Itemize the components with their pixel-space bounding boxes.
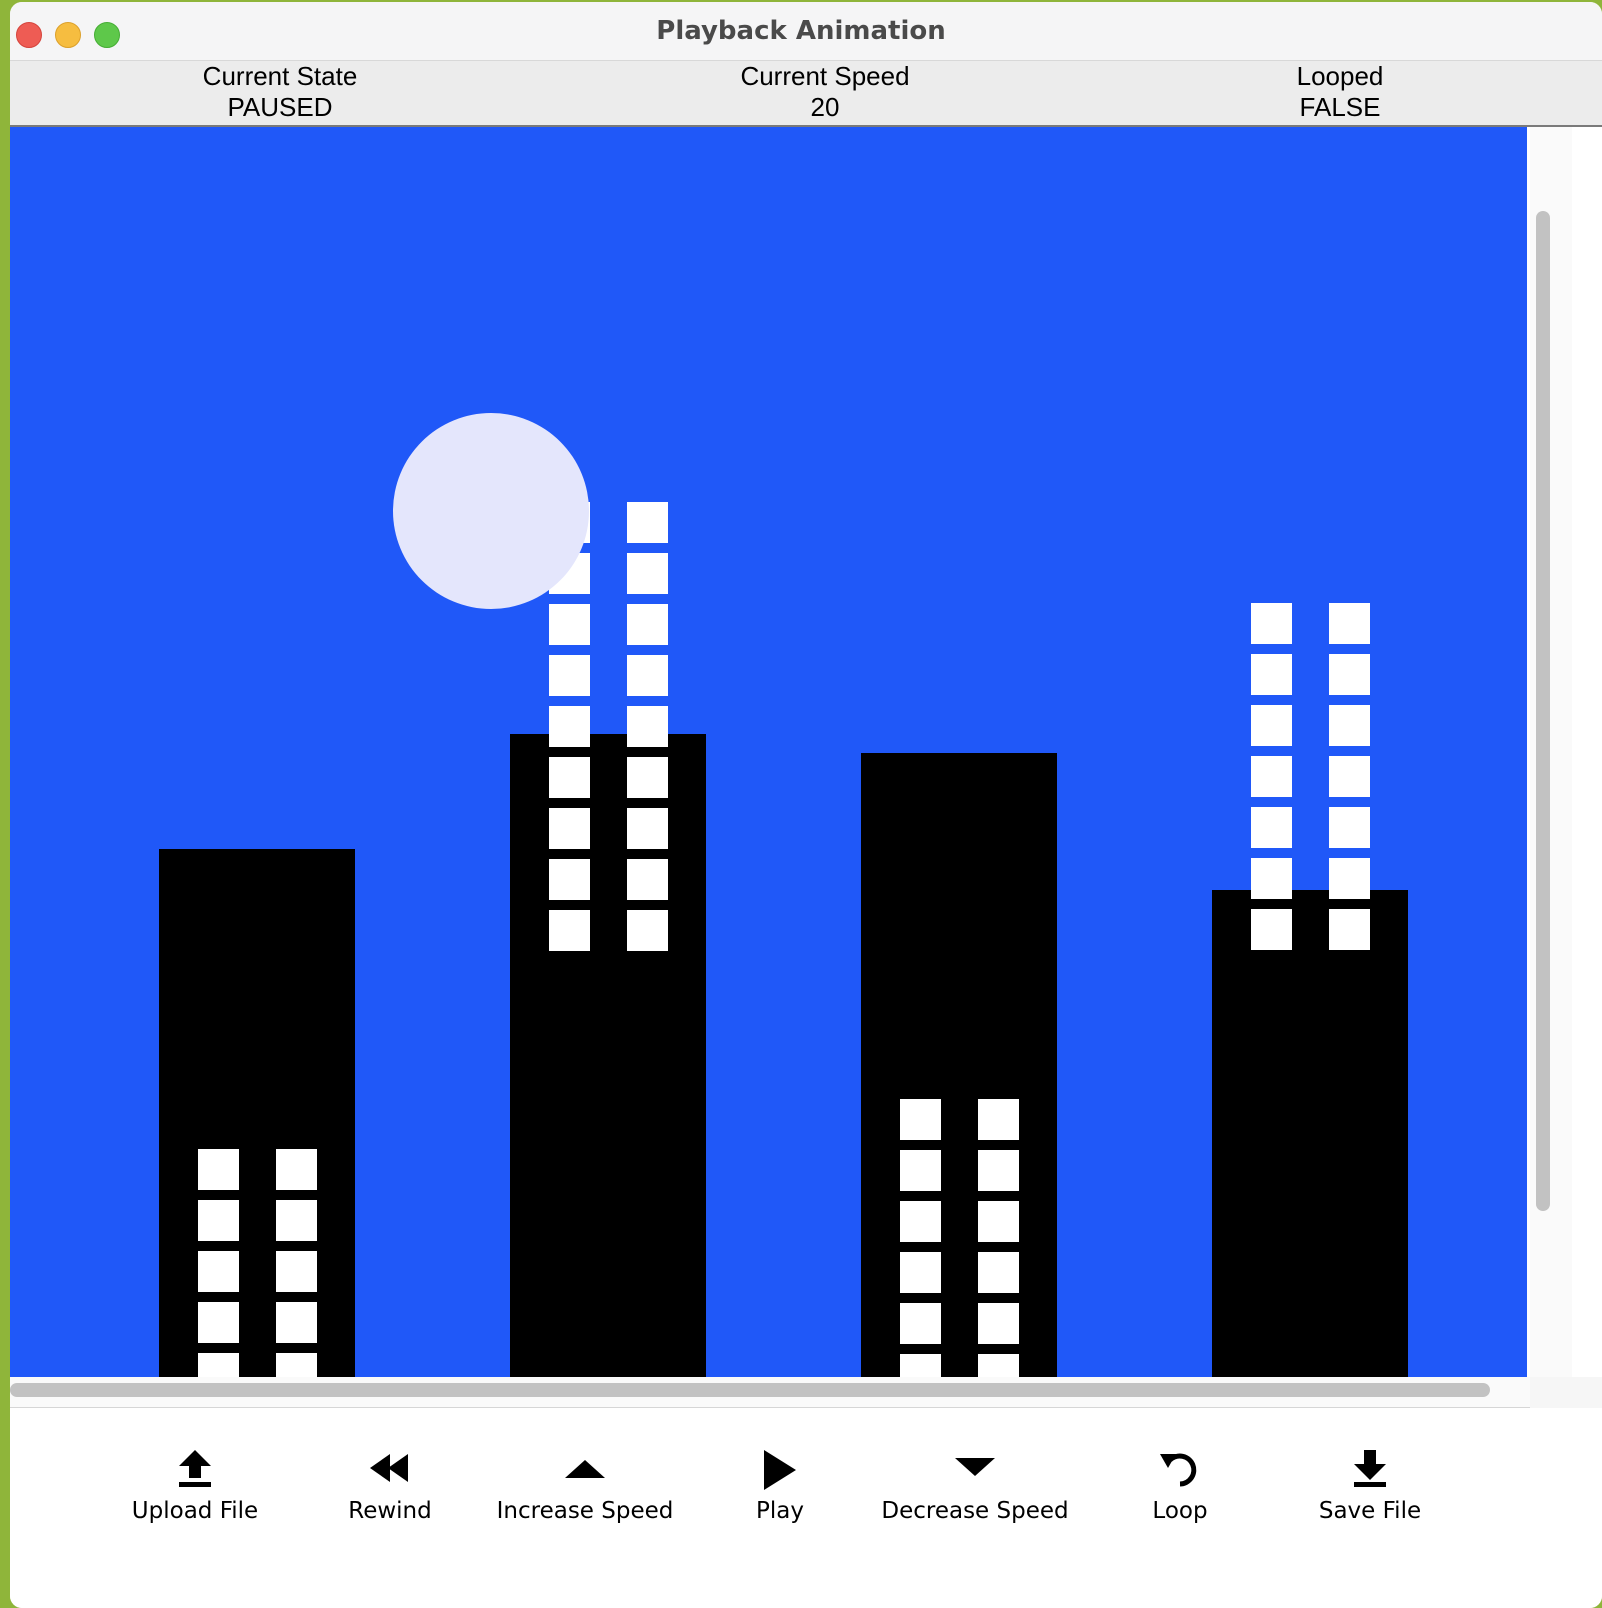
window-light: [627, 808, 668, 849]
triangle-up-icon: [490, 1448, 680, 1492]
window-light: [276, 1302, 317, 1343]
window-light: [978, 1303, 1019, 1344]
window-light: [549, 859, 590, 900]
window-light: [1329, 654, 1370, 695]
window-light: [1329, 807, 1370, 848]
upload-file-button[interactable]: Upload File: [115, 1448, 275, 1538]
increase-speed-button[interactable]: Increase Speed: [490, 1448, 680, 1538]
window-light: [900, 1303, 941, 1344]
window-light: [276, 1353, 317, 1377]
window-light: [549, 808, 590, 849]
window-light: [900, 1099, 941, 1140]
current-state-value: PAUSED: [227, 92, 333, 122]
rewind-label: Rewind: [348, 1498, 432, 1524]
current-state-label: Current State: [202, 61, 358, 91]
window-light: [1251, 603, 1292, 644]
window-light: [627, 655, 668, 696]
window-light: [276, 1200, 317, 1241]
window-light: [549, 655, 590, 696]
save-file-label: Save File: [1318, 1498, 1422, 1524]
window-light: [1329, 756, 1370, 797]
window-light: [978, 1252, 1019, 1293]
window-light: [978, 1099, 1019, 1140]
current-speed-value: 20: [810, 92, 840, 122]
looped-value: FALSE: [1299, 92, 1381, 122]
window-light: [549, 757, 590, 798]
window-light: [1251, 807, 1292, 848]
window-light: [627, 859, 668, 900]
window-light: [627, 553, 668, 594]
vertical-scrollbar-thumb[interactable]: [1536, 211, 1550, 1211]
window-light: [978, 1201, 1019, 1242]
upload-file-label: Upload File: [131, 1498, 259, 1524]
window-light: [198, 1353, 239, 1377]
loop-label: Loop: [1152, 1498, 1208, 1524]
window-light: [1251, 654, 1292, 695]
loop-button[interactable]: Loop: [1130, 1448, 1230, 1538]
rewind-button[interactable]: Rewind: [320, 1448, 460, 1538]
triangle-down-icon: [870, 1448, 1080, 1492]
window-light: [549, 604, 590, 645]
window-light: [978, 1354, 1019, 1377]
window-light: [627, 910, 668, 951]
playback-controls: Upload File Rewind Increase Speed Play D…: [10, 1408, 1602, 1608]
play-button[interactable]: Play: [730, 1448, 830, 1538]
window-light: [627, 604, 668, 645]
looped-status: Looped FALSE: [1240, 61, 1440, 123]
decrease-speed-label: Decrease Speed: [881, 1498, 1069, 1524]
window-title: Playback Animation: [656, 16, 946, 46]
window-light: [1251, 909, 1292, 950]
decrease-speed-button[interactable]: Decrease Speed: [870, 1448, 1080, 1538]
window-light: [1251, 858, 1292, 899]
building-2: [510, 734, 706, 1377]
window-light: [1329, 603, 1370, 644]
building-4: [1212, 890, 1408, 1377]
upload-icon: [115, 1448, 275, 1492]
window-light: [276, 1149, 317, 1190]
window-light: [276, 1251, 317, 1292]
window-light: [627, 757, 668, 798]
animation-viewport: [10, 127, 1602, 1377]
window-light: [1329, 909, 1370, 950]
window-light: [900, 1150, 941, 1191]
play-label: Play: [756, 1498, 804, 1524]
window-light: [1329, 705, 1370, 746]
animation-canvas: [10, 127, 1527, 1377]
download-icon: [1305, 1448, 1435, 1492]
current-speed-label: Current Speed: [740, 61, 910, 91]
looped-label: Looped: [1296, 61, 1384, 91]
save-file-button[interactable]: Save File: [1305, 1448, 1435, 1538]
window-light: [198, 1200, 239, 1241]
increase-speed-label: Increase Speed: [496, 1498, 674, 1524]
window-light: [198, 1149, 239, 1190]
horizontal-scrollbar-thumb[interactable]: [10, 1383, 1490, 1397]
window-light: [1329, 858, 1370, 899]
building-1: [159, 849, 355, 1377]
window-light: [978, 1150, 1019, 1191]
window-light: [900, 1252, 941, 1293]
current-speed-status: Current Speed 20: [690, 61, 960, 123]
title-bar: Playback Animation: [10, 2, 1602, 61]
window-light: [1251, 705, 1292, 746]
window-light: [627, 706, 668, 747]
window-light: [900, 1201, 941, 1242]
window-light: [1251, 756, 1292, 797]
moon: [393, 413, 589, 609]
play-icon: [730, 1448, 830, 1492]
window-light: [198, 1251, 239, 1292]
building-3: [861, 753, 1057, 1377]
status-bar: Current State PAUSED Current Speed 20 Lo…: [10, 61, 1602, 127]
current-state-status: Current State PAUSED: [160, 61, 400, 123]
app-window: Playback Animation Current State PAUSED …: [10, 2, 1602, 1608]
window-light: [549, 706, 590, 747]
window-light: [900, 1354, 941, 1377]
rewind-icon: [320, 1448, 460, 1492]
window-light: [198, 1302, 239, 1343]
loop-icon: [1130, 1448, 1230, 1492]
window-light: [627, 502, 668, 543]
window-light: [549, 910, 590, 951]
